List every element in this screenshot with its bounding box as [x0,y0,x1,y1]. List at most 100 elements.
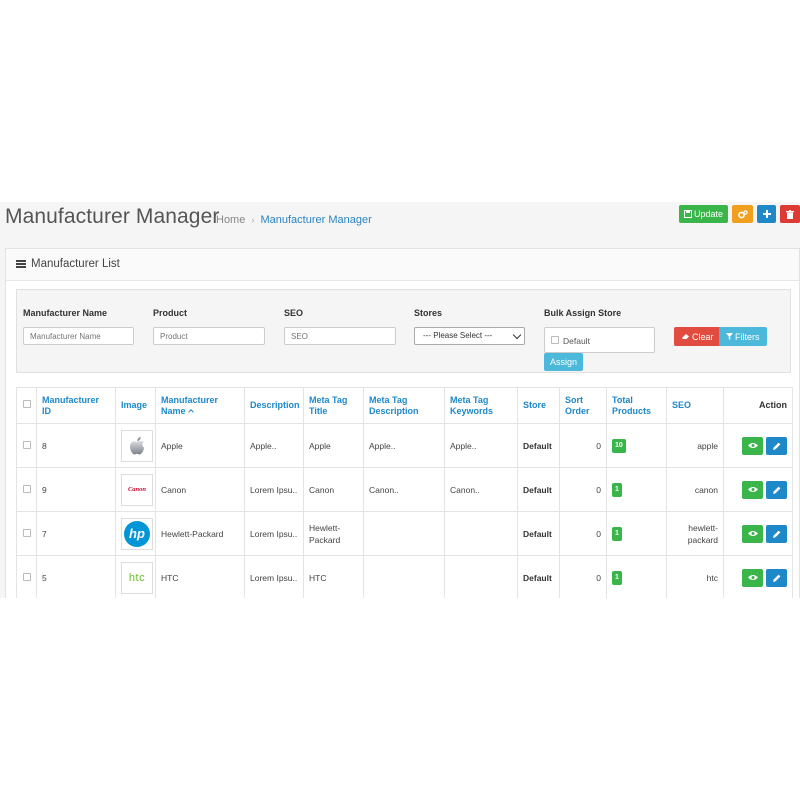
action-cell [723,423,793,468]
apple-logo [121,429,153,462]
breadcrumb-home[interactable]: Home [216,214,245,226]
store-cell: Default [517,511,560,556]
store-cell: Default [517,555,560,598]
table-header-row: Manufacturer ID Image Manufacturer Name … [16,387,793,424]
delete-button[interactable] [780,205,800,223]
total-products-badge[interactable]: 1 [612,483,622,497]
edit-button[interactable] [766,568,787,587]
manufacturer-name-cell: HTC [155,555,245,598]
clear-button[interactable]: Clear [674,327,721,346]
panel-title: Manufacturer List [31,258,120,270]
select-all-checkbox[interactable] [22,400,31,408]
seo-input[interactable] [284,327,396,345]
add-button[interactable] [757,205,776,223]
pencil-icon [772,486,780,494]
assign-button[interactable]: Assign [544,353,584,371]
pencil-icon [772,442,780,450]
column-action: Action [723,387,793,424]
row-checkbox[interactable] [22,572,31,581]
image-cell [115,423,156,468]
manufacturer-id-cell: 7 [36,511,116,556]
update-button-label: Update [693,209,723,219]
apple-logo-icon [130,436,144,455]
seo-cell: hewlett-packard [666,511,724,556]
total-products-badge[interactable]: 1 [612,527,622,541]
eye-icon [747,575,758,580]
eye-icon [747,443,758,448]
manufacturer-manager-page: Manufacturer Manager Home › Manufacturer… [0,202,800,598]
table-row: 8 Apple Apple.. Apple Apple.. Apple.. De… [16,423,793,468]
htc-logo: htc [121,561,153,594]
column-sort-order[interactable]: Sort Order [559,387,607,424]
total-products-cell: 1 [606,511,667,556]
meta-description-cell: Canon.. [363,467,445,512]
breadcrumb-separator-icon: › [251,215,255,225]
view-button[interactable] [742,436,763,455]
column-store[interactable]: Store [517,387,560,424]
column-total-products[interactable]: Total Products [606,387,667,424]
product-input[interactable] [153,327,265,345]
view-button[interactable] [742,568,763,587]
manufacturer-table: Manufacturer ID Image Manufacturer Name … [16,387,793,598]
image-cell: hp [115,511,156,556]
meta-title-cell: Hewlett-Packard [303,511,364,556]
store-checklist: Default [544,327,655,353]
trash-icon [786,209,794,219]
header-actions: Update [678,205,800,223]
row-checkbox[interactable] [22,484,31,493]
breadcrumb-current[interactable]: Manufacturer Manager [260,214,371,226]
column-meta-tag-title[interactable]: Meta Tag Title [303,387,364,424]
bulk-assign-store-label: Bulk Assign Store [544,308,622,318]
chevron-down-icon [512,330,522,340]
row-checkbox-cell [16,511,37,556]
hp-logo-circle: hp [124,520,150,547]
row-checkbox-cell [16,423,37,468]
manufacturer-list-panel: Manufacturer List Manufacturer Name Prod… [5,248,800,598]
stores-label: Stores [414,308,443,318]
product-label: Product [153,308,188,318]
meta-description-cell: Apple.. [363,423,445,468]
pencil-icon [772,530,780,538]
hp-logo-text: hp [129,525,145,541]
pencil-icon [772,574,780,582]
panel-heading: Manufacturer List [6,249,799,281]
plus-icon [762,210,771,218]
store-default-checkbox[interactable] [551,336,559,344]
filters-button-label: Filters [735,331,760,342]
manufacturer-id-cell: 8 [36,423,116,468]
hp-logo: hp [121,517,153,550]
edit-button[interactable] [766,524,787,543]
view-button[interactable] [742,480,763,499]
action-cell [723,511,793,556]
manufacturer-name-input[interactable] [23,327,134,345]
page-header: Manufacturer Manager Home › Manufacturer… [0,202,800,240]
stores-select[interactable]: --- Please Select --- [414,327,525,345]
row-checkbox[interactable] [22,528,31,537]
view-button[interactable] [742,524,763,543]
seo-label: SEO [284,308,304,318]
filter-box: Manufacturer Name Product SEO Stores ---… [16,289,791,373]
edit-button[interactable] [766,436,787,455]
total-products-badge[interactable]: 10 [612,439,626,453]
filters-button[interactable]: Filters [719,327,767,346]
column-meta-tag-description[interactable]: Meta Tag Description [363,387,445,424]
cogs-button[interactable] [732,205,753,223]
description-cell: Apple.. [244,423,304,468]
manufacturer-name-label: Manufacturer Name [23,308,108,318]
table-row: 9 Canon Canon Lorem Ipsu.. Canon Canon..… [16,467,793,512]
seo-cell: htc [666,555,724,598]
total-products-badge[interactable]: 1 [612,571,622,585]
column-manufacturer-name[interactable]: Manufacturer Name [155,387,245,424]
canon-logo: Canon [121,473,153,506]
column-seo[interactable]: SEO [666,387,724,424]
meta-description-cell [363,511,445,556]
column-manufacturer-id[interactable]: Manufacturer ID [36,387,116,424]
edit-button[interactable] [766,480,787,499]
update-button[interactable]: Update [678,205,728,223]
manufacturer-id-cell: 9 [36,467,116,512]
stores-select-value: --- Please Select --- [423,331,493,340]
column-meta-tag-keywords[interactable]: Meta Tag Keywords [444,387,518,424]
column-description[interactable]: Description [244,387,304,424]
row-checkbox[interactable] [22,440,31,449]
sort-ascending-icon [187,408,194,415]
